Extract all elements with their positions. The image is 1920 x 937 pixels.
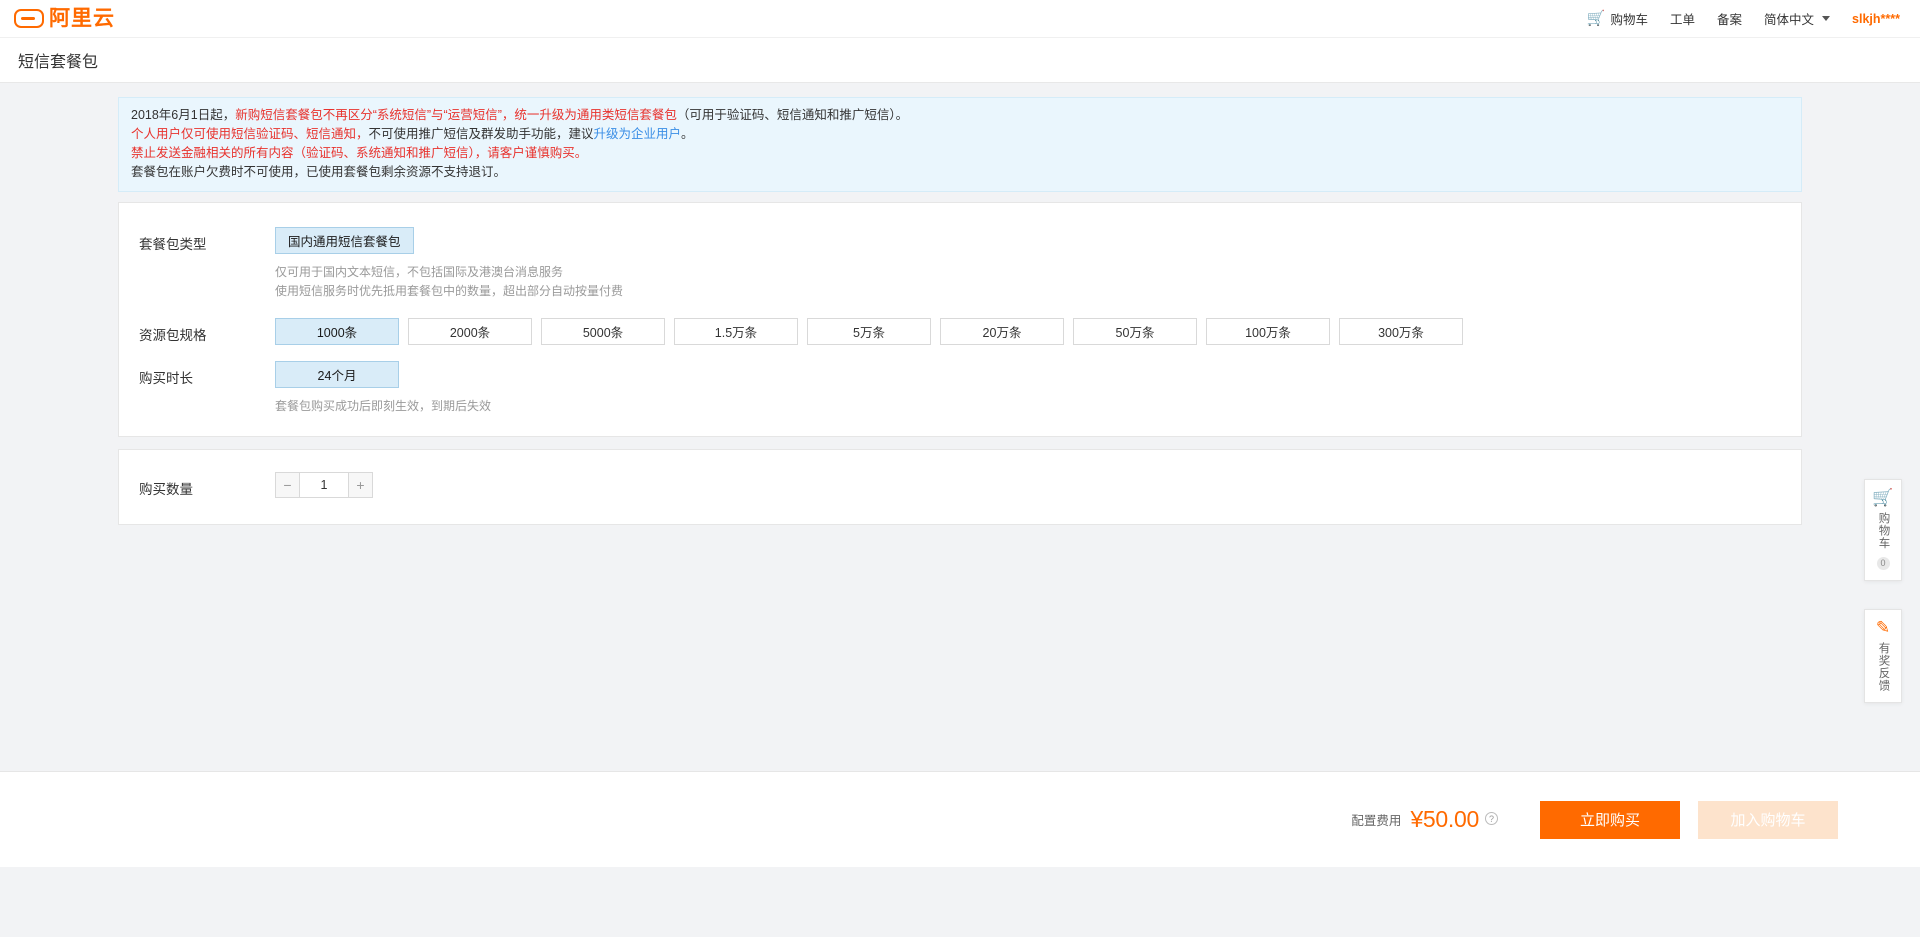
configuration-card: 套餐包类型 国内通用短信套餐包 仅可用于国内文本短信，不包括国际及港澳台消息服务… [118, 202, 1802, 438]
spec-option-500000[interactable]: 50万条 [1073, 317, 1197, 345]
floating-cart-panel[interactable]: 🛒 购物车 0 [1864, 479, 1902, 581]
package-type-option-domestic[interactable]: 国内通用短信套餐包 [275, 227, 414, 254]
spec-option-50000[interactable]: 5万条 [807, 317, 931, 345]
cart-icon: 🛒 [1586, 10, 1606, 27]
aliyun-logo-text: 阿里云 [49, 7, 115, 30]
fee-amount: ¥50.00 [1410, 806, 1479, 832]
form-row-package-type: 套餐包类型 国内通用短信套餐包 仅可用于国内文本短信，不包括国际及港澳台消息服务… [119, 203, 1801, 304]
nav-item-tickets-label: 工单 [1670, 13, 1696, 27]
quantity-card: 购买数量 − 1 + [118, 449, 1802, 526]
nav-item-language-label: 简体中文 [1764, 13, 1815, 27]
spec-option-5000[interactable]: 5000条 [541, 317, 665, 345]
floating-cart-label: 购物车 [1877, 512, 1890, 550]
quantity-input[interactable]: 1 [299, 472, 349, 499]
form-row-duration: 购买时长 24个月 套餐包购买成功后即刻生效，到期后失效 [119, 347, 1801, 436]
spec-option-200000[interactable]: 20万条 [940, 317, 1064, 345]
fee-label: 配置费用 [1351, 814, 1402, 828]
package-type-hint-1: 仅可用于国内文本短信，不包括国际及港澳台消息服务 [275, 265, 564, 279]
chevron-down-icon [1822, 16, 1831, 21]
spec-option-3000000[interactable]: 300万条 [1339, 317, 1463, 345]
bottom-action-bar: 配置费用 ¥50.00 ? 立即购买 加入购物车 [0, 771, 1920, 867]
duration-option-24-months[interactable]: 24个月 [275, 360, 399, 388]
top-header: 阿里云 🛒 购物车 工单 备案 简体中文 slkjh**** [0, 0, 1920, 38]
page-title: 短信套餐包 [18, 54, 99, 71]
notice-line-4: 套餐包在账户欠费时不可使用，已使用套餐包剩余资源不支持退订。 [131, 165, 507, 179]
notice-line-1-part-a: 2018年6月1日起， [131, 108, 236, 122]
spec-option-1000000[interactable]: 100万条 [1206, 317, 1330, 345]
cart-icon: 🛒 [1872, 488, 1894, 507]
buy-now-button[interactable]: 立即购买 [1540, 800, 1680, 839]
aliyun-logo[interactable]: 阿里云 [14, 8, 115, 29]
form-row-spec: 资源包规格 1000条 2000条 5000条 1.5万条 5万条 20万条 5… [119, 304, 1801, 347]
package-type-hints: 仅可用于国内文本短信，不包括国际及港澳台消息服务 使用短信服务时优先抵用套餐包中… [275, 263, 1801, 302]
spec-options: 1000条 2000条 5000条 1.5万条 5万条 20万条 50万条 10… [275, 317, 1801, 345]
quantity-field: − 1 + [275, 472, 1801, 500]
notice-line-2-part-b: 不可使用推广短信及群发助手功能，建议 [368, 127, 594, 141]
question-icon[interactable]: ? [1485, 812, 1498, 825]
quantity-stepper: − 1 + [275, 472, 1801, 499]
spec-label: 资源包规格 [139, 327, 207, 343]
notice-line-1: 2018年6月1日起，新购短信套餐包不再区分“系统短信”与“运营短信”，统一升级… [131, 106, 1789, 125]
main-content: 2018年6月1日起，新购短信套餐包不再区分“系统短信”与“运营短信”，统一升级… [0, 97, 1920, 867]
notice-line-2-part-c: 。 [681, 127, 694, 141]
top-navigation: 🛒 购物车 工单 备案 简体中文 slkjh**** [1587, 9, 1900, 28]
package-type-hint-2: 使用短信服务时优先抵用套餐包中的数量，超出部分自动按量付费 [275, 284, 624, 299]
notice-line-2: 个人用户仅可使用短信验证码、短信通知，不可使用推广短信及群发助手功能，建议升级为… [131, 125, 1789, 144]
notice-line-3: 禁止发送金融相关的所有内容（验证码、系统通知和推广短信），请客户谨慎购买。 [131, 146, 588, 160]
duration-label: 购买时长 [139, 370, 193, 386]
package-type-options: 国内通用短信套餐包 [275, 227, 1801, 254]
nav-item-tickets[interactable]: 工单 [1670, 9, 1695, 28]
account-menu[interactable]: slkjh**** [1852, 12, 1900, 26]
nav-item-icp-label: 备案 [1717, 13, 1743, 27]
spec-option-1000[interactable]: 1000条 [275, 317, 399, 345]
page-title-bar: 短信套餐包 [0, 38, 1920, 83]
floating-cart-count: 0 [1876, 556, 1890, 570]
spec-option-15000[interactable]: 1.5万条 [674, 317, 798, 345]
quantity-increment-button[interactable]: + [349, 472, 373, 499]
notice-banner: 2018年6月1日起，新购短信套餐包不再区分“系统短信”与“运营短信”，统一升级… [118, 97, 1802, 192]
duration-field: 24个月 套餐包购买成功后即刻生效，到期后失效 [275, 360, 1801, 418]
spec-field: 1000条 2000条 5000条 1.5万条 5万条 20万条 50万条 10… [275, 317, 1801, 347]
add-to-cart-button[interactable]: 加入购物车 [1698, 800, 1838, 839]
quantity-decrement-button[interactable]: − [275, 472, 299, 499]
pencil-icon: ✎ [1875, 618, 1891, 637]
nav-item-cart[interactable]: 🛒 购物车 [1587, 9, 1648, 28]
package-type-field: 国内通用短信套餐包 仅可用于国内文本短信，不包括国际及港澳台消息服务 使用短信服… [275, 227, 1801, 304]
nav-item-cart-label: 购物车 [1610, 13, 1648, 27]
notice-line-2-part-a: 个人用户仅可使用短信验证码、短信通知， [131, 127, 369, 141]
package-type-label: 套餐包类型 [139, 237, 207, 252]
duration-hint: 套餐包购买成功后即刻生效，到期后失效 [275, 398, 492, 413]
form-row-quantity: 购买数量 − 1 + [119, 450, 1801, 524]
quantity-label: 购买数量 [139, 482, 193, 498]
spec-option-2000[interactable]: 2000条 [408, 317, 532, 345]
upgrade-enterprise-link[interactable]: 升级为企业用户 [594, 127, 682, 141]
notice-line-1-part-c: （可用于验证码、短信通知和推广短信）。 [676, 108, 909, 122]
floating-feedback-panel[interactable]: ✎ 有奖反馈 [1864, 609, 1902, 703]
duration-options: 24个月 [275, 360, 1801, 388]
aliyun-logo-icon [14, 9, 44, 28]
nav-item-icp[interactable]: 备案 [1717, 9, 1742, 28]
nav-item-language[interactable]: 简体中文 [1764, 9, 1831, 28]
notice-line-1-part-b: 新购短信套餐包不再区分“系统短信”与“运营短信”，统一升级为通用类短信套餐包 [235, 108, 677, 122]
floating-feedback-label: 有奖反馈 [1877, 642, 1890, 692]
